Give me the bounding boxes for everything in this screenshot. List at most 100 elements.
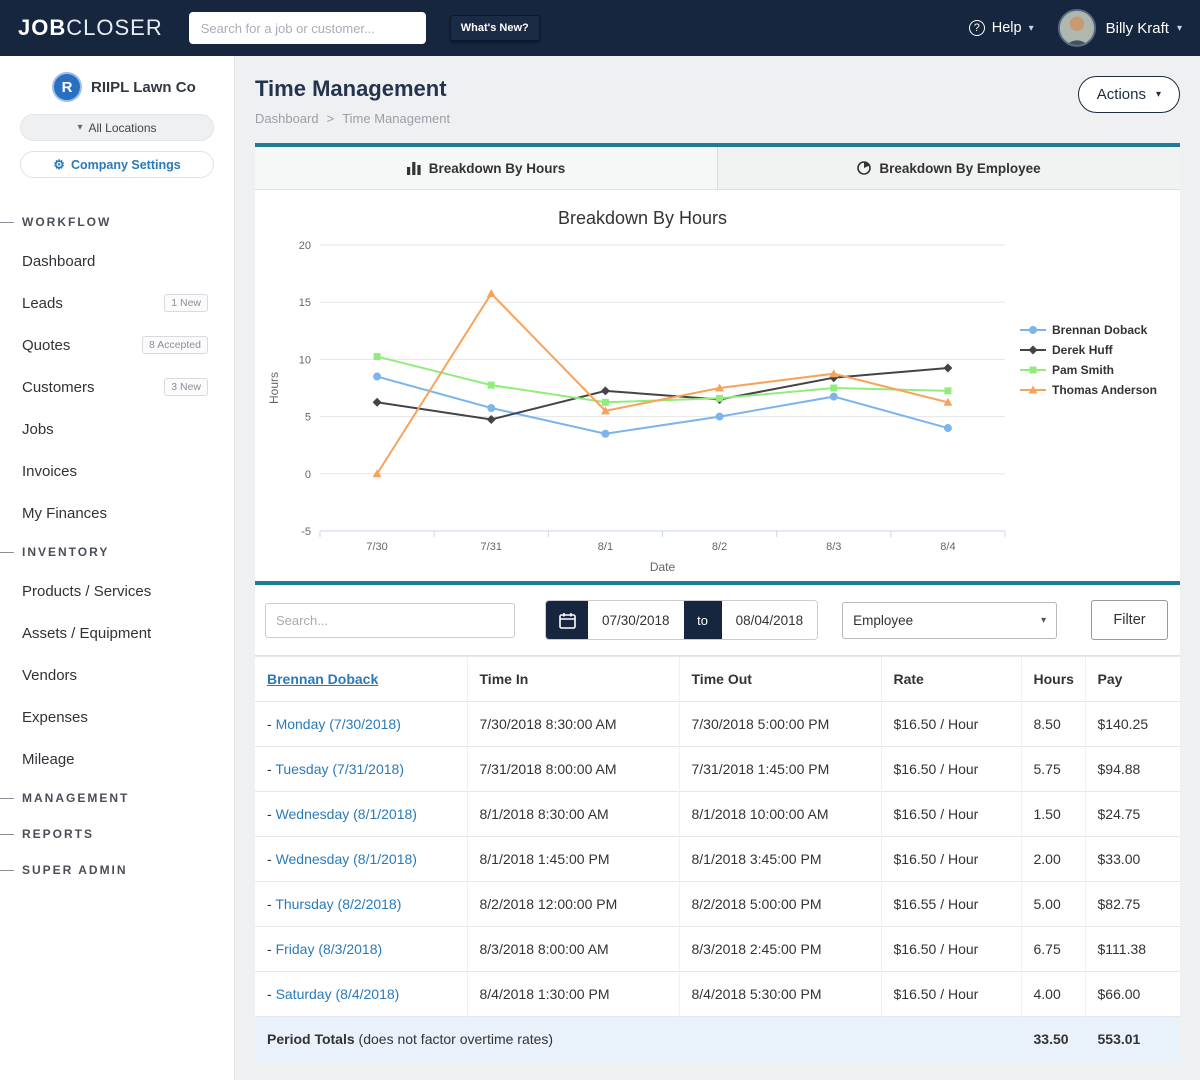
user-menu[interactable]: Billy Kraft ▾ [1106, 20, 1182, 37]
legend-item-thomas-anderson[interactable]: Thomas Anderson [1020, 383, 1157, 397]
layout: R RIIPL Lawn Co ▾ All Locations ⚙ Compan… [0, 56, 1200, 1080]
day-link[interactable]: Monday (7/30/2018) [276, 716, 401, 732]
rate-cell: $16.50 / Hour [881, 927, 1021, 972]
tab-breakdown-by-hours[interactable]: Breakdown By Hours [255, 147, 717, 189]
day-link[interactable]: Thursday (8/2/2018) [275, 896, 401, 912]
sidebar-item-my-finances[interactable]: My Finances [0, 492, 234, 534]
settings-label: Company Settings [71, 158, 181, 172]
legend-marker-icon [1020, 384, 1046, 396]
global-search-input[interactable] [189, 12, 426, 44]
table-header-row: Brennan Doback Time In Time Out Rate Hou… [255, 657, 1180, 702]
rate-cell: $16.50 / Hour [881, 972, 1021, 1017]
chart-title: Breakdown By Hours [265, 208, 1020, 229]
day-link[interactable]: Wednesday (8/1/2018) [276, 806, 417, 822]
time-out-cell: 8/1/2018 10:00:00 AM [679, 792, 881, 837]
rate-cell: $16.50 / Hour [881, 702, 1021, 747]
employee-name-link[interactable]: Brennan Doback [267, 671, 378, 687]
breadcrumb: Dashboard > Time Management [255, 111, 450, 126]
pay-cell: $33.00 [1085, 837, 1180, 882]
sidebar-item-dashboard[interactable]: Dashboard [0, 240, 234, 282]
sidebar-item-vendors[interactable]: Vendors [0, 654, 234, 696]
filter-button[interactable]: Filter [1091, 600, 1168, 640]
main-content: Time Management Dashboard > Time Managem… [235, 56, 1200, 1080]
date-to-field[interactable]: 08/04/2018 [722, 601, 818, 639]
help-menu[interactable]: ? Help ▾ [969, 20, 1034, 36]
day-cell: - Tuesday (7/31/2018) [255, 747, 467, 792]
nav-section-inventory[interactable]: INVENTORY [0, 534, 234, 570]
svg-text:7/30: 7/30 [366, 541, 387, 553]
actions-button[interactable]: Actions ▾ [1078, 76, 1180, 113]
calendar-button[interactable] [546, 601, 588, 639]
day-link[interactable]: Wednesday (8/1/2018) [276, 851, 417, 867]
day-link[interactable]: Friday (8/3/2018) [276, 941, 383, 957]
sidebar-item-assets-equipment[interactable]: Assets / Equipment [0, 612, 234, 654]
sidebar-item-leads[interactable]: Leads1 New [0, 282, 234, 324]
hours-cell: 4.00 [1021, 972, 1085, 1017]
filter-by-select[interactable]: Employee ▾ [842, 602, 1057, 639]
gear-icon: ⚙ [53, 157, 65, 173]
rate-cell: $16.55 / Hour [881, 882, 1021, 927]
time-in-cell: 8/1/2018 1:45:00 PM [467, 837, 679, 882]
nav-section-reports[interactable]: REPORTS [0, 816, 234, 852]
logo-light: CLOSER [66, 15, 162, 41]
breadcrumb-separator: > [327, 111, 335, 126]
page-title: Time Management [255, 76, 450, 102]
whats-new-button[interactable]: What's New? [450, 15, 540, 41]
chart-legend: Brennan Doback Derek Huff Pam Smith Thomas … [1020, 323, 1157, 397]
breadcrumb-dashboard[interactable]: Dashboard [255, 111, 319, 126]
svg-text:8/4: 8/4 [940, 541, 955, 553]
company-settings-button[interactable]: ⚙ Company Settings [20, 151, 214, 178]
legend-marker-icon [1020, 364, 1046, 376]
day-link[interactable]: Tuesday (7/31/2018) [275, 761, 404, 777]
sidebar-item-quotes[interactable]: Quotes8 Accepted [0, 324, 234, 366]
time-in-cell: 8/2/2018 12:00:00 PM [467, 882, 679, 927]
topbar-right: ? Help ▾ Billy Kraft ▾ [969, 9, 1182, 47]
sidebar-item-mileage[interactable]: Mileage [0, 738, 234, 780]
all-locations-dropdown[interactable]: ▾ All Locations [20, 114, 214, 141]
sidebar-item-customers[interactable]: Customers3 New [0, 366, 234, 408]
sidebar-item-jobs[interactable]: Jobs [0, 408, 234, 450]
count-badge: 1 New [164, 294, 208, 312]
tab-label: Breakdown By Employee [879, 161, 1040, 176]
day-cell: - Wednesday (8/1/2018) [255, 837, 467, 882]
pay-cell: $24.75 [1085, 792, 1180, 837]
time-out-cell: 7/30/2018 5:00:00 PM [679, 702, 881, 747]
tab-breakdown-by-employee[interactable]: Breakdown By Employee [717, 147, 1180, 189]
nav-section-management[interactable]: MANAGEMENT [0, 780, 234, 816]
table-row: - Wednesday (8/1/2018)8/1/2018 8:30:00 A… [255, 792, 1180, 837]
sidebar-item-invoices[interactable]: Invoices [0, 450, 234, 492]
svg-text:Date: Date [650, 560, 676, 574]
legend-item-pam-smith[interactable]: Pam Smith [1020, 363, 1157, 377]
table-row: - Monday (7/30/2018)7/30/2018 8:30:00 AM… [255, 702, 1180, 747]
app-logo[interactable]: JOB CLOSER [18, 15, 163, 41]
date-range-group: 07/30/2018 to 08/04/2018 [545, 600, 818, 640]
company-row: R RIIPL Lawn Co [0, 72, 234, 102]
date-to-button[interactable]: to [684, 601, 722, 639]
pay-cell: $82.75 [1085, 882, 1180, 927]
help-icon: ? [969, 20, 985, 36]
rate-cell: $16.50 / Hour [881, 792, 1021, 837]
nav-section-workflow[interactable]: WORKFLOW [0, 204, 234, 240]
legend-item-derek-huff[interactable]: Derek Huff [1020, 343, 1157, 357]
day-link[interactable]: Saturday (8/4/2018) [276, 986, 400, 1002]
table-row: - Saturday (8/4/2018)8/4/2018 1:30:00 PM… [255, 972, 1180, 1017]
hours-line-chart: 20151050-57/307/318/18/28/38/4DateHours [265, 231, 1020, 575]
avatar[interactable] [1058, 9, 1096, 47]
date-from-field[interactable]: 07/30/2018 [588, 601, 684, 639]
time-out-cell: 8/2/2018 5:00:00 PM [679, 882, 881, 927]
sidebar-item-products-services[interactable]: Products / Services [0, 570, 234, 612]
tab-label: Breakdown By Hours [429, 161, 566, 176]
sidebar-item-expenses[interactable]: Expenses [0, 696, 234, 738]
hours-cell: 2.00 [1021, 837, 1085, 882]
day-cell: - Thursday (8/2/2018) [255, 882, 467, 927]
hours-cell: 5.75 [1021, 747, 1085, 792]
chevron-down-icon: ▾ [1177, 23, 1182, 34]
help-label: Help [992, 20, 1022, 36]
legend-item-brennan-doback[interactable]: Brennan Doback [1020, 323, 1157, 337]
nav-section-super-admin[interactable]: SUPER ADMIN [0, 852, 234, 888]
svg-text:7/31: 7/31 [481, 541, 502, 553]
table-search-input[interactable] [265, 603, 515, 638]
calendar-icon [559, 612, 576, 629]
time-in-cell: 8/3/2018 8:00:00 AM [467, 927, 679, 972]
avatar-image [1060, 11, 1094, 45]
